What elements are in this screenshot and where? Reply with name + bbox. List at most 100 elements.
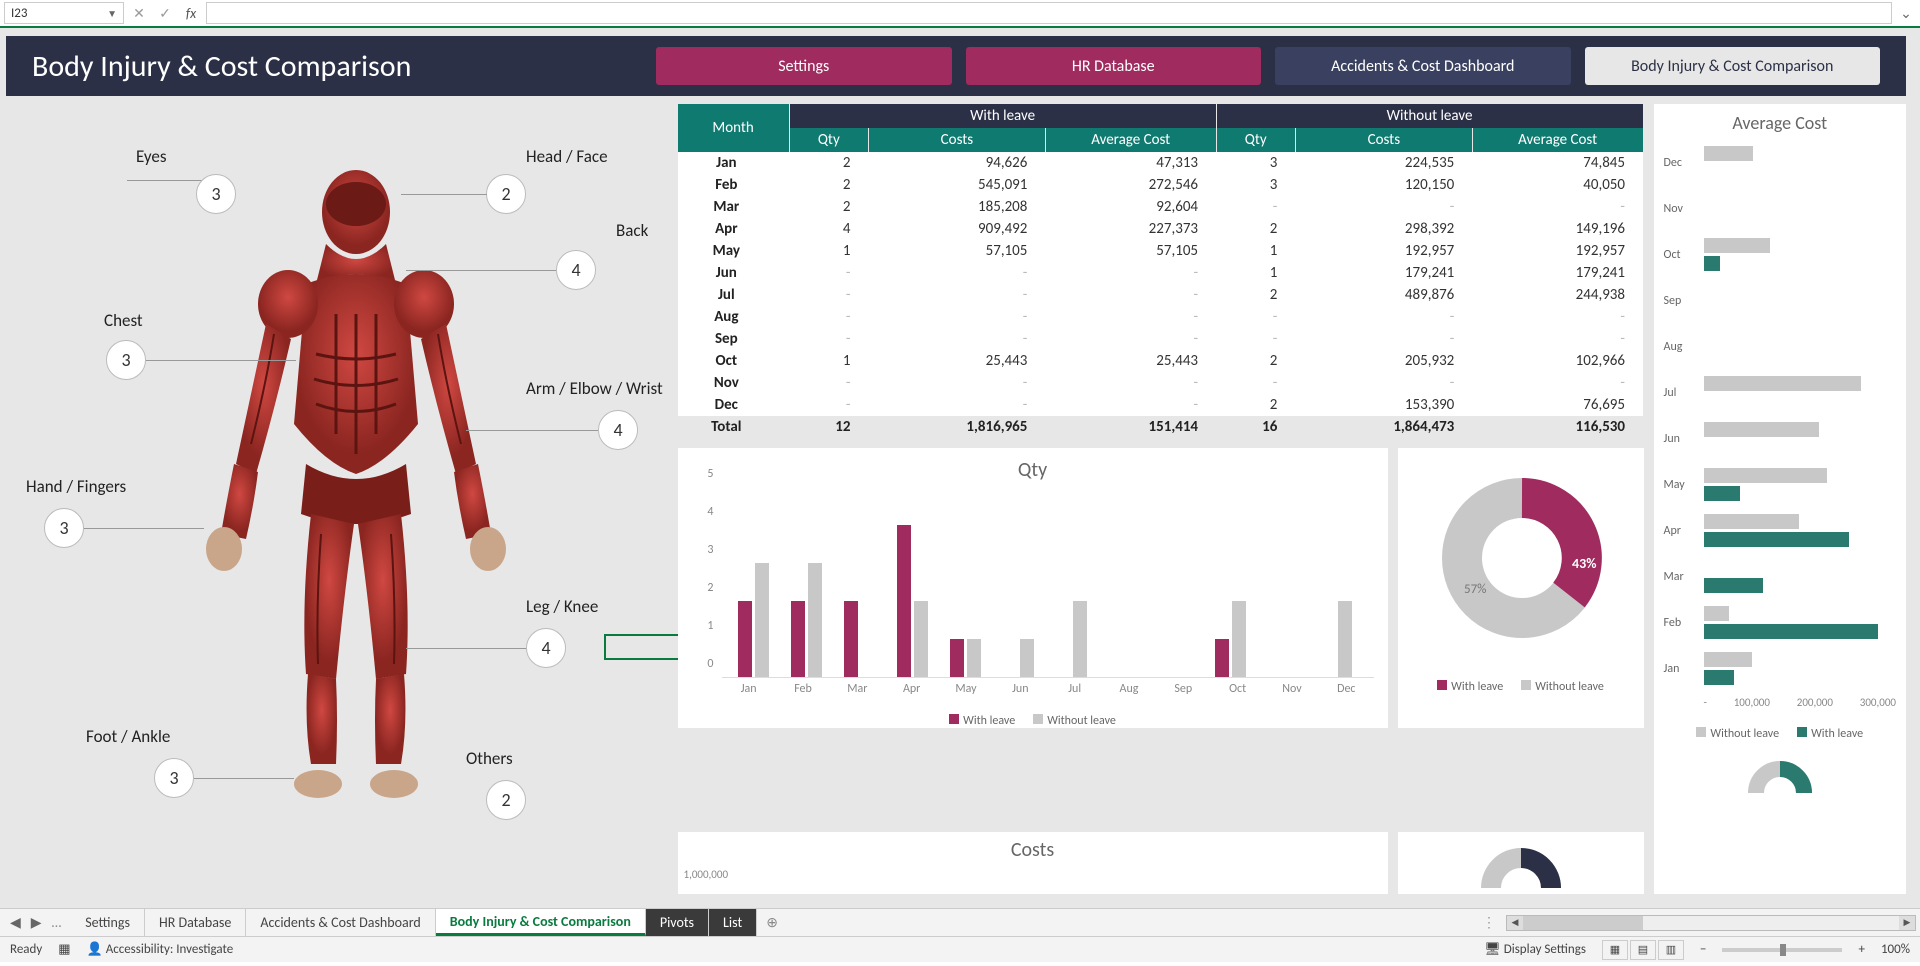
table-row[interactable]: Jul---2489,876244,938 [678,284,1644,306]
svg-text:57%: 57% [1464,582,1486,597]
table-row[interactable]: Sep------ [678,328,1644,350]
col-month: Month [678,104,790,152]
sheet-next-icon[interactable]: ▶ [31,914,42,931]
sheet-tab-bar: ◀ ▶ … Settings HR Database Accidents & C… [0,908,1920,936]
col-group-with: With leave [789,104,1216,128]
callout-head-circle[interactable]: 2 [486,174,526,214]
callout-others: Others [466,748,513,769]
status-ready: Ready [10,942,42,957]
hbar-row: Jan [1664,646,1896,692]
table-row[interactable]: Jun---1179,241179,241 [678,262,1644,284]
callout-others-circle[interactable]: 2 [486,780,526,820]
selected-cell-indicator[interactable] [604,634,688,660]
hbar-row: Dec [1664,140,1896,186]
dashboard-header: Body Injury & Cost Comparison Settings H… [6,36,1906,96]
hbar-row: May [1664,462,1896,508]
expand-formula-bar-icon[interactable]: ⌄ [1896,5,1916,22]
tab-accidents[interactable]: Accidents & Cost Dashboard [246,909,435,936]
table-row[interactable]: Aug------ [678,306,1644,328]
cost-table[interactable]: Month With leave Without leave Qty Costs… [678,104,1644,438]
table-total-row: Total121,816,965151,414161,864,473116,53… [678,416,1644,438]
hbar-row: Sep [1664,278,1896,324]
view-pagelayout-icon[interactable]: ▤ [1630,940,1656,960]
macro-record-icon[interactable]: ▦ [58,942,70,957]
table-row[interactable]: Mar2185,20892,604--- [678,196,1644,218]
callout-leg: Leg / Knee [526,596,598,617]
tab-pivots[interactable]: Pivots [646,909,709,936]
table-row[interactable]: Oct125,44325,4432205,932102,966 [678,350,1644,372]
callout-foot: Foot / Ankle [86,726,170,747]
callout-chest: Chest [104,310,143,331]
body-diagram-panel: Eyes 3 Head / Face 2 Back 4 Chest 3 Arm … [6,104,668,894]
fx-icon[interactable]: fx [180,2,202,24]
callout-head: Head / Face [526,146,608,167]
data-column: Month With leave Without leave Qty Costs… [678,104,1644,894]
col-group-without: Without leave [1216,104,1643,128]
sheet-prev-icon[interactable]: ◀ [10,914,21,931]
name-box[interactable]: I23 ▼ [4,2,124,24]
hbar-row: Jun [1664,416,1896,462]
callout-back-circle[interactable]: 4 [556,250,596,290]
table-row[interactable]: May157,10557,1051192,957192,957 [678,240,1644,262]
zoom-in-button[interactable]: + [1858,942,1864,957]
table-row[interactable]: Feb2545,091272,5463120,15040,050 [678,174,1644,196]
table-row[interactable]: Apr4909,492227,3732298,392149,196 [678,218,1644,240]
table-row[interactable]: Jan294,62647,3133224,53574,845 [678,152,1644,174]
accessibility-status[interactable]: 👤 Accessibility: Investigate [87,942,234,957]
formula-bar: I23 ▼ ✕ ✓ fx ⌄ [0,0,1920,28]
donut-legend: With leave Without leave [1412,680,1630,694]
tab-settings[interactable]: Settings [71,909,145,936]
nav-settings[interactable]: Settings [656,47,952,85]
callout-arm-circle[interactable]: 4 [598,410,638,450]
formula-input[interactable] [206,2,1892,24]
zoom-out-button[interactable]: − [1700,942,1706,957]
callout-hand-circle[interactable]: 3 [44,508,84,548]
svg-text:43%: 43% [1572,555,1596,572]
view-normal-icon[interactable]: ▦ [1602,940,1628,960]
costs-donut-1[interactable] [1398,832,1644,894]
callout-eyes: Eyes [136,146,167,167]
cell-reference: I23 [11,6,27,21]
avgcost-legend: Without leave With leave [1664,727,1896,741]
zoom-slider[interactable] [1722,948,1842,952]
zoom-level[interactable]: 100% [1881,942,1910,957]
avgcost-donut[interactable] [1664,747,1896,799]
add-sheet-icon[interactable]: ⊕ [757,909,787,936]
cancel-formula-icon: ✕ [128,2,150,24]
table-row[interactable]: Dec---2153,39076,695 [678,394,1644,416]
callout-eyes-circle[interactable]: 3 [196,174,236,214]
tab-body-injury[interactable]: Body Injury & Cost Comparison [436,909,646,936]
hbar-row: Mar [1664,554,1896,600]
qty-bar-chart[interactable]: Qty 012345 JanFebMarAprMayJunJulAugSepOc… [678,448,1388,728]
hbar-row: Feb [1664,600,1896,646]
hbar-row: Aug [1664,324,1896,370]
sheet-more-icon[interactable]: … [52,914,62,931]
callout-leg-circle[interactable]: 4 [526,628,566,668]
callout-foot-circle[interactable]: 3 [154,758,194,798]
hbar-row: Nov [1664,186,1896,232]
status-bar: Ready ▦ 👤 Accessibility: Investigate 🖥 D… [0,936,1920,962]
nav-body-injury[interactable]: Body Injury & Cost Comparison [1585,47,1881,85]
hbar-row: Jul [1664,370,1896,416]
anatomy-figure [196,164,516,804]
view-pagebreak-icon[interactable]: ▥ [1658,940,1684,960]
page-title: Body Injury & Cost Comparison [32,48,642,85]
qty-legend: With leave Without leave [692,714,1374,728]
horizontal-scrollbar[interactable]: ⋮ ◀ ▶ [787,909,1920,936]
accept-formula-icon: ✓ [154,2,176,24]
worksheet-area[interactable]: Body Injury & Cost Comparison Settings H… [0,28,1920,908]
callout-back: Back [616,220,648,241]
table-row[interactable]: Nov------ [678,372,1644,394]
callout-hand: Hand / Fingers [26,476,126,497]
average-cost-chart[interactable]: Average Cost DecNovOctSepAugJulJunMayApr… [1654,104,1906,894]
display-settings-button[interactable]: 🖥 Display Settings [1484,942,1586,957]
chevron-down-icon[interactable]: ▼ [107,7,117,20]
nav-hr-database[interactable]: HR Database [966,47,1262,85]
callout-arm: Arm / Elbow / Wrist [526,378,663,399]
nav-accidents-dashboard[interactable]: Accidents & Cost Dashboard [1275,47,1571,85]
qty-donut-chart[interactable]: 43% 57% With leave Without leave [1398,448,1644,728]
tab-hr-database[interactable]: HR Database [145,909,246,936]
callout-chest-circle[interactable]: 3 [106,340,146,380]
tab-list[interactable]: List [709,909,757,936]
costs-bar-chart[interactable]: Costs 1,000,000 [678,832,1388,894]
